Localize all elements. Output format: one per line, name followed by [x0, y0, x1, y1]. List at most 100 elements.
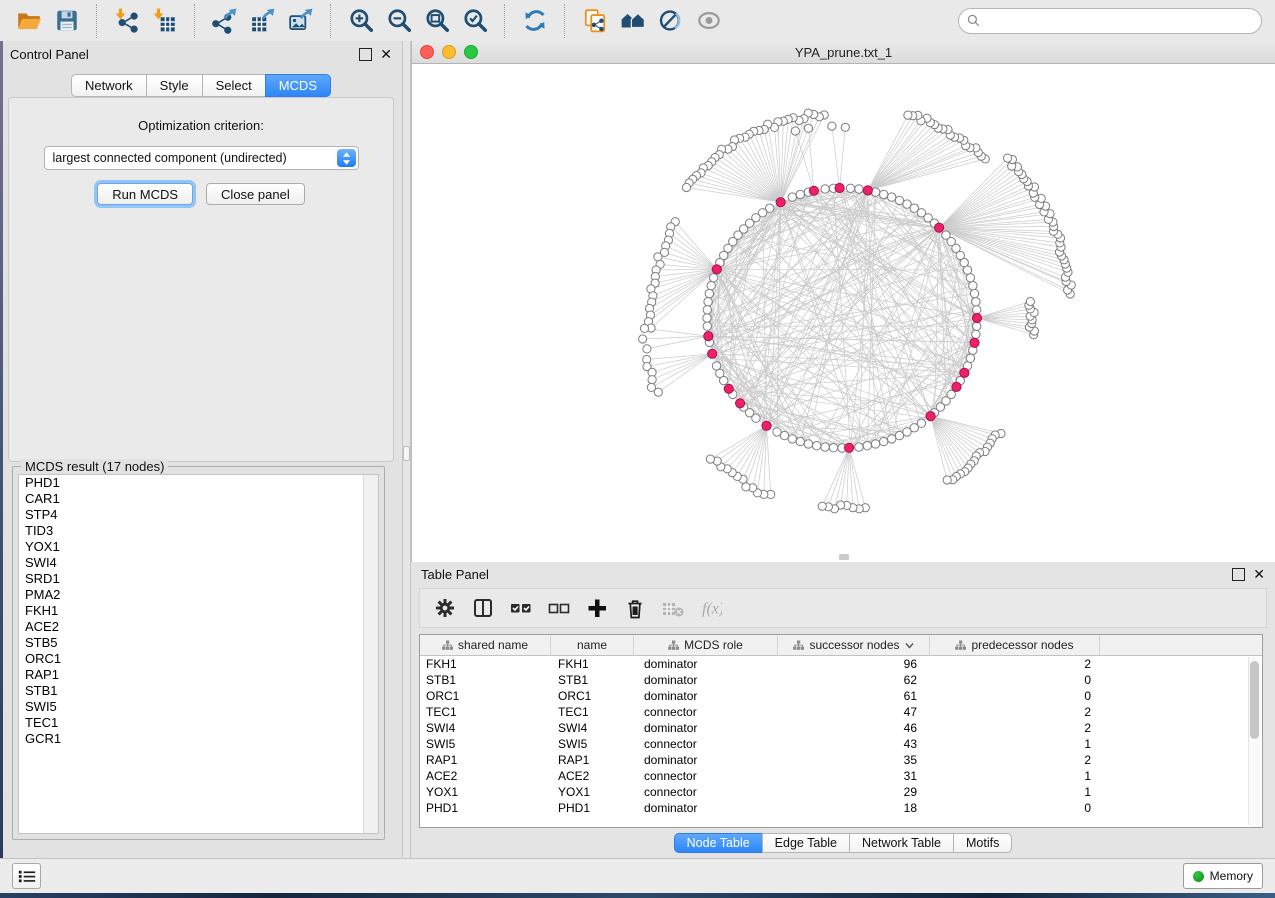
cell-role: connector [634, 705, 778, 719]
table-row-YOX1[interactable]: YOX1YOX1connector291 [420, 784, 1262, 800]
tab-style[interactable]: Style [146, 74, 203, 97]
search-box[interactable] [958, 8, 1262, 34]
toolbar-button-open[interactable] [10, 5, 48, 37]
tab-select[interactable]: Select [202, 74, 266, 97]
mcds-result-item[interactable]: SWI5 [19, 699, 378, 715]
float-table-panel-icon[interactable] [1232, 568, 1245, 581]
table-row-TEC1[interactable]: TEC1TEC1connector472 [420, 704, 1262, 720]
toolbar-button-export-network[interactable] [206, 5, 244, 37]
column-header-successor-nodes[interactable]: successor nodes [778, 635, 930, 655]
show-panels-button[interactable] [12, 863, 41, 889]
canvas-splitter-grip[interactable] [839, 554, 849, 560]
mcds-result-item[interactable]: TID3 [19, 523, 378, 539]
toolbar-button-zoom-out[interactable] [380, 5, 418, 37]
toolbar-button-import-network[interactable] [108, 5, 146, 37]
table-toolbar-gear-button[interactable] [428, 593, 462, 623]
cell-role: connector [634, 737, 778, 751]
cell-successors: 31 [778, 769, 930, 783]
cell-name: ORC1 [551, 689, 634, 703]
table-row-STB1[interactable]: STB1STB1dominator620 [420, 672, 1262, 688]
cell-role: connector [634, 785, 778, 799]
column-header-shared-name[interactable]: shared name [420, 635, 551, 655]
memory-button[interactable]: Memory [1183, 863, 1263, 889]
node-table: shared namenameMCDS rolesuccessor nodesp… [419, 634, 1263, 828]
table-scrollbar-thumb[interactable] [1250, 661, 1259, 739]
search-input[interactable] [980, 13, 1253, 29]
mcds-result-item[interactable]: CAR1 [19, 491, 378, 507]
cell-successors: 43 [778, 737, 930, 751]
mcds-result-item[interactable]: STP4 [19, 507, 378, 523]
mcds-result-item[interactable]: RAP1 [19, 667, 378, 683]
main-toolbar [0, 0, 1275, 42]
splitter-grip[interactable] [403, 446, 410, 461]
zoom-fit-icon [424, 7, 450, 34]
optimization-select[interactable]: largest connected component (undirected) [44, 146, 359, 170]
toolbar-button-export-image[interactable] [282, 5, 320, 37]
vertical-splitter[interactable] [402, 41, 411, 859]
table-row-RAP1[interactable]: RAP1RAP1dominator352 [420, 752, 1262, 768]
toolbar-button-import-table[interactable] [146, 5, 184, 37]
toolbar-button-show-all[interactable] [690, 5, 728, 37]
toolbar-button-zoom-selected[interactable] [456, 5, 494, 37]
toolbar-button-export-table[interactable] [244, 5, 282, 37]
close-panel-button[interactable]: Close panel [206, 183, 305, 205]
table-tabs: Node TableEdge TableNetwork TableMotifs [674, 833, 1013, 853]
mcds-result-item[interactable]: ORC1 [19, 651, 378, 667]
toolbar-button-refresh[interactable] [516, 5, 554, 37]
table-tab-network-table[interactable]: Network Table [849, 833, 954, 853]
mcds-result-item[interactable]: PHD1 [19, 475, 378, 491]
mcds-result-item[interactable]: ACE2 [19, 619, 378, 635]
cell-name: PHD1 [551, 801, 634, 815]
table-toolbar-trash-button[interactable] [618, 593, 652, 623]
toolbar-button-save[interactable] [48, 5, 86, 37]
table-toolbar-add-button[interactable] [580, 593, 614, 623]
column-header-MCDS-role[interactable]: MCDS role [634, 635, 778, 655]
table-toolbar-columns-button[interactable] [466, 593, 500, 623]
mcds-result-list[interactable]: PHD1CAR1STP4TID3YOX1SWI4SRD1PMA2FKH1ACE2… [18, 474, 379, 834]
tab-network[interactable]: Network [71, 74, 147, 97]
network-graph[interactable] [412, 64, 1275, 562]
mcds-result-item[interactable]: STB5 [19, 635, 378, 651]
toolbar-button-zoom-fit[interactable] [418, 5, 456, 37]
toolbar-button-hide-selected[interactable] [652, 5, 690, 37]
mcds-result-item[interactable]: YOX1 [19, 539, 378, 555]
table-tab-edge-table[interactable]: Edge Table [762, 833, 850, 853]
close-panel-icon[interactable]: ✕ [380, 49, 392, 60]
table-row-SWI4[interactable]: SWI4SWI4dominator462 [420, 720, 1262, 736]
mcds-result-item[interactable]: TEC1 [19, 715, 378, 731]
import-network-icon [114, 7, 140, 34]
table-row-FKH1[interactable]: FKH1FKH1dominator962 [420, 656, 1262, 672]
column-header-name[interactable]: name [551, 635, 634, 655]
close-table-panel-icon[interactable]: ✕ [1253, 569, 1265, 580]
cell-predecessors: 0 [930, 689, 1100, 703]
open-icon [16, 7, 42, 34]
cell-successors: 35 [778, 753, 930, 767]
mcds-result-item[interactable]: STB1 [19, 683, 378, 699]
mcds-list-scrollbar[interactable] [363, 475, 378, 833]
run-mcds-button[interactable]: Run MCDS [97, 183, 193, 205]
network-canvas[interactable] [412, 64, 1275, 562]
table-toolbar-select-all-button[interactable] [504, 593, 538, 623]
duplicate-network-icon [582, 7, 608, 34]
search-icon [967, 14, 980, 27]
mcds-result-item[interactable]: SRD1 [19, 571, 378, 587]
table-tab-motifs[interactable]: Motifs [953, 833, 1012, 853]
float-panel-icon[interactable] [359, 48, 372, 61]
table-scrollbar[interactable] [1248, 657, 1260, 825]
mcds-result-item[interactable]: SWI4 [19, 555, 378, 571]
toolbar-button-duplicate-network[interactable] [576, 5, 614, 37]
table-tab-node-table[interactable]: Node Table [674, 833, 763, 853]
table-toolbar-deselect-all-button[interactable] [542, 593, 576, 623]
tab-mcds[interactable]: MCDS [265, 74, 331, 97]
cell-successors: 29 [778, 785, 930, 799]
toolbar-button-first-neighbors[interactable] [614, 5, 652, 37]
toolbar-button-zoom-in[interactable] [342, 5, 380, 37]
mcds-result-item[interactable]: FKH1 [19, 603, 378, 619]
mcds-result-item[interactable]: GCR1 [19, 731, 378, 747]
table-row-PHD1[interactable]: PHD1PHD1dominator180 [420, 800, 1262, 816]
column-header-predecessor-nodes[interactable]: predecessor nodes [930, 635, 1100, 655]
mcds-result-item[interactable]: PMA2 [19, 587, 378, 603]
table-row-ACE2[interactable]: ACE2ACE2connector311 [420, 768, 1262, 784]
table-row-ORC1[interactable]: ORC1ORC1dominator610 [420, 688, 1262, 704]
table-row-SWI5[interactable]: SWI5SWI5connector431 [420, 736, 1262, 752]
